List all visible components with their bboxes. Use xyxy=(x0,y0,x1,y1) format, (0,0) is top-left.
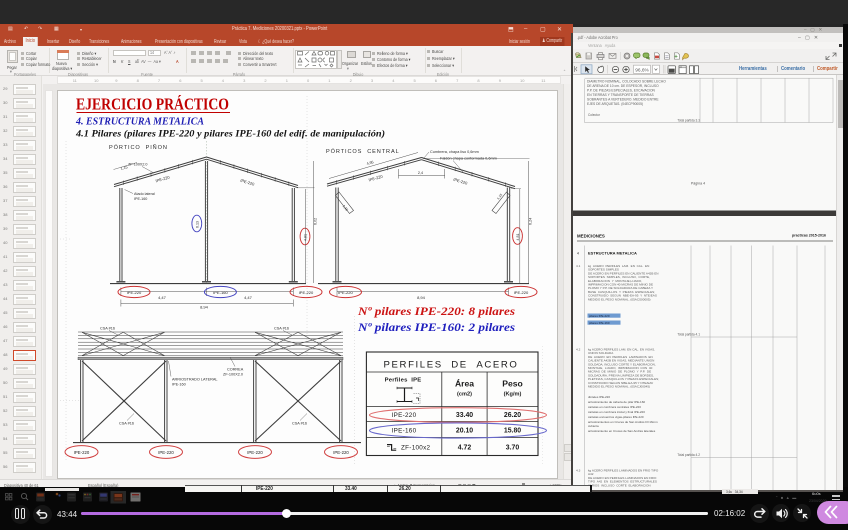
svg-text:EN TIERRAS Y TRANSPORTE DE TIE: EN TIERRAS Y TRANSPORTE DE TIERRAS xyxy=(587,93,654,97)
svg-text:(cm2): (cm2) xyxy=(457,392,472,398)
svg-text:practicas 2015-2016: practicas 2015-2016 xyxy=(792,234,826,238)
svg-text:Página 4: Página 4 xyxy=(691,182,705,186)
svg-text:96,6%: 96,6% xyxy=(635,68,649,74)
svg-text:IPE-220: IPE-220 xyxy=(392,412,417,419)
svg-text:EJERCICIO PRÁCTICO: EJERCICIO PRÁCTICO xyxy=(76,95,229,114)
svg-text:pilares IPE-160: pilares IPE-160 xyxy=(589,321,610,325)
svg-text:CORREA: CORREA xyxy=(227,368,244,372)
svg-text:IPE-220: IPE-220 xyxy=(514,290,529,295)
svg-text:cartelas en cumbrera inicial y: cartelas en cumbrera inicial y final IPE… xyxy=(588,410,645,414)
svg-text:4,81: 4,81 xyxy=(516,234,520,241)
svg-text:VARIOS INCLUSO CORTE ELABOR: VARIOS INCLUSO CORTE ELABORACION xyxy=(588,483,651,487)
svg-text:(Kg/m): (Kg/m) xyxy=(504,392,522,398)
svg-text:3.70: 3.70 xyxy=(506,444,520,451)
svg-text:IPE-160: IPE-160 xyxy=(134,197,147,201)
svg-text:4,47: 4,47 xyxy=(158,295,167,300)
svg-text:IPE-220: IPE-220 xyxy=(158,450,174,455)
svg-text:6,24: 6,24 xyxy=(529,218,533,225)
svg-text:Total partida 4.1: Total partida 4.1 xyxy=(677,333,700,337)
svg-text:15.80: 15.80 xyxy=(504,428,521,435)
svg-text:IPE-220: IPE-220 xyxy=(74,450,90,455)
svg-text:8,94: 8,94 xyxy=(417,295,426,300)
svg-text:4.1: 4.1 xyxy=(576,264,581,268)
svg-text:ZF-100X2.0: ZF-100X2.0 xyxy=(223,373,243,377)
svg-text:6,02: 6,02 xyxy=(314,218,318,225)
svg-text:ARRIOSTRADO LATERAL: ARRIOSTRADO LATERAL xyxy=(172,378,218,382)
svg-text:IPE-220: IPE-220 xyxy=(338,290,353,295)
svg-text:Colector: Colector xyxy=(588,113,601,117)
svg-text:4. ESTRUCTURA METALICA: 4. ESTRUCTURA METALICA xyxy=(75,116,204,128)
svg-text:kg ACERO PERFILES LAMINADOS EN: kg ACERO PERFILES LAMINADOS EN FRIO TIPO xyxy=(588,469,659,473)
svg-text:IPE-160: IPE-160 xyxy=(213,290,228,295)
svg-text:4.72: 4.72 xyxy=(458,444,472,451)
svg-text:4.2: 4.2 xyxy=(576,348,581,352)
svg-text:PÖRTICOS CENTRAL: PÖRTICOS CENTRAL xyxy=(326,148,400,155)
svg-text:cartelas encuentros vigas-pila: cartelas encuentros vigas-pilares IPE-22… xyxy=(588,415,644,419)
svg-text:Total partida 3.3: Total partida 3.3 xyxy=(677,119,700,123)
svg-text:IPE-220: IPE-220 xyxy=(247,450,263,455)
svg-text:EJES DE ARQUETAS. (04ECP90005): EJES DE ARQUETAS. (04ECP90005) xyxy=(587,102,643,106)
svg-text:IPE-160: IPE-160 xyxy=(172,383,186,387)
svg-text:Nº pilares IPE-160: 2 pilares: Nº pilares IPE-160: 2 pilares xyxy=(357,320,516,334)
svg-text:arriostramientos en Cruces de: arriostramientos en Cruces de San Andrés… xyxy=(588,420,658,424)
svg-text:4.1 Pilares (pilares IPE-220 y: 4.1 Pilares (pilares IPE-220 y pilares I… xyxy=(75,129,385,140)
svg-text:SOBRANTES A VERTEDERO. MEDIDO: SOBRANTES A VERTEDERO. MEDIDO ENTRE xyxy=(587,98,659,102)
svg-text:P.P. DE PIEZAS ESPECIALES, EXC: P.P. DE PIEZAS ESPECIALES, EXCAVACION xyxy=(587,89,656,93)
svg-text:2,4: 2,4 xyxy=(418,171,423,175)
svg-text:ZF-100X2.0: ZF-100X2.0 xyxy=(128,163,147,167)
svg-text:cartelas en cumbrera centrales: cartelas en cumbrera centrales IPE-220 xyxy=(588,405,641,409)
svg-text:MEDIDO EL PESO NOMINAL. (05ACS: MEDIDO EL PESO NOMINAL. (05ACS00005) xyxy=(588,297,651,301)
svg-text:IPE-220: IPE-220 xyxy=(333,450,349,455)
svg-text:ZF-100x2: ZF-100x2 xyxy=(401,444,431,451)
svg-text:8,94: 8,94 xyxy=(200,305,209,310)
svg-text:PÖRTICO PIÑON: PÖRTICO PIÑON xyxy=(109,144,168,151)
svg-text:CSA #16: CSA #16 xyxy=(274,327,289,331)
svg-text:dinteles IPE-220: dinteles IPE-220 xyxy=(588,395,610,399)
svg-text:MEDIDO EL PESO NOMINAL. (05ACJ: MEDIDO EL PESO NOMINAL. (05ACJ00045) xyxy=(588,385,650,389)
svg-text:20.10: 20.10 xyxy=(456,428,473,435)
svg-text:cubierta: cubierta xyxy=(588,424,599,428)
svg-text:CSA #16: CSA #16 xyxy=(119,422,134,426)
svg-text:pilares IPE-220: pilares IPE-220 xyxy=(589,314,610,318)
svg-text:CSA #16: CSA #16 xyxy=(100,327,115,331)
svg-text:Perfiles IPE: Perfiles IPE xyxy=(385,378,422,384)
svg-text:Cumbrera, chapa liso 0,6mm: Cumbrera, chapa liso 0,6mm xyxy=(430,150,479,154)
svg-text:arriostramiento de cabeza de p: arriostramiento de cabeza de pilar IPE-1… xyxy=(588,400,645,404)
svg-text:Nº pilares IPE-220: 8 pilares: Nº pilares IPE-220: 8 pilares xyxy=(357,304,516,318)
svg-text:Faldón chapa conformada 0,6mm: Faldón chapa conformada 0,6mm xyxy=(440,156,497,160)
svg-text:Atado lateral: Atado lateral xyxy=(134,192,155,196)
svg-text:arriostramiento en Cruces de S: arriostramiento en Cruces de San Andrés … xyxy=(588,429,656,433)
svg-text:PERFILES DE ACERO: PERFILES DE ACERO xyxy=(384,360,519,371)
svg-text:DE ARENA DE 10 cm. DE ESPESOR,: DE ARENA DE 10 cm. DE ESPESOR, INCLUSO xyxy=(587,84,659,88)
svg-text:4: 4 xyxy=(577,252,579,256)
svg-text:MEDICIONES: MEDICIONES xyxy=(577,234,605,239)
svg-text:Área: Área xyxy=(455,379,474,389)
svg-text:Total partida 4.2: Total partida 4.2 xyxy=(677,453,700,457)
svg-text:4,47: 4,47 xyxy=(244,295,253,300)
svg-text:26.20: 26.20 xyxy=(504,412,521,419)
svg-text:CSA #16: CSA #16 xyxy=(292,422,307,426)
svg-text:IPE-220: IPE-220 xyxy=(299,290,314,295)
svg-text:IPE-220: IPE-220 xyxy=(127,290,142,295)
svg-text:DIAMETRO NOMINAL, COLOCADO SOB: DIAMETRO NOMINAL, COLOCADO SOBRE LECHO xyxy=(587,80,666,84)
svg-text:4.3: 4.3 xyxy=(576,469,581,473)
svg-text:Peso: Peso xyxy=(502,379,523,389)
svg-text:ESTRUCTURA METALICA: ESTRUCTURA METALICA xyxy=(588,251,637,256)
svg-text:33.40: 33.40 xyxy=(456,412,473,419)
svg-text:IPE-160: IPE-160 xyxy=(392,427,417,434)
svg-text:6,13: 6,13 xyxy=(195,221,199,228)
